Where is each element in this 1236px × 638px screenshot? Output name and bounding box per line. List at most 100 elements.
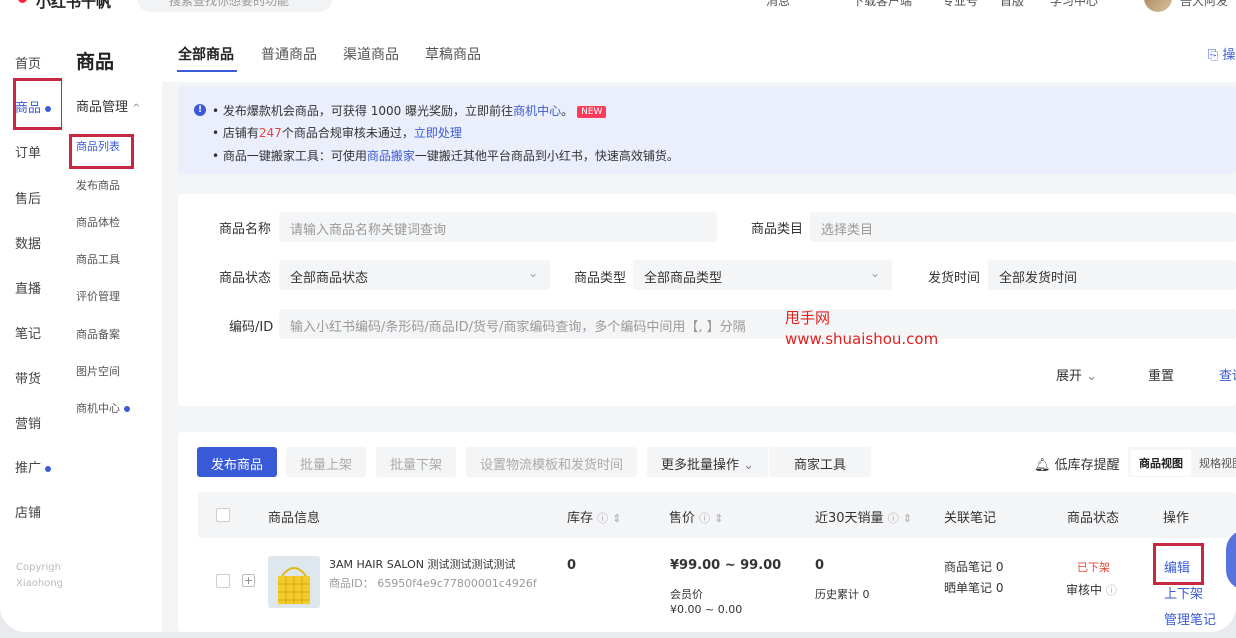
nav-group-label: 商品管理 <box>76 100 129 115</box>
manage-notes-link[interactable]: 管理笔记 <box>1164 609 1216 628</box>
version-link[interactable]: 首版 <box>1000 0 1024 9</box>
product-name-label: 商品名称 <box>219 222 272 237</box>
toggle-listing-link[interactable]: 上下架 <box>1164 583 1203 602</box>
member-price-label: 会员价 <box>670 588 703 601</box>
col-linked-notes: 关联笔记 <box>944 511 997 526</box>
code-input[interactable]: 输入小红书编码/条形码/商品ID/货号/商家编码查询，多个编码中间用【, 】分隔 <box>279 309 1236 339</box>
subnav-item-tools[interactable]: 商品工具 <box>76 251 120 267</box>
batch-list-button[interactable]: 批量上架 <box>286 447 367 477</box>
handle-now-link[interactable]: 立即处理 <box>414 126 462 140</box>
secondary-nav: 商品 商品管理 ^ 商品列表 发布商品 商品体检 商品工具 评价管理 商品备案 … <box>62 14 162 632</box>
nav-item-home[interactable]: 首页 <box>15 53 41 72</box>
col-sales-30d[interactable]: 近30天销量 ⓘ ⇕ <box>815 507 912 526</box>
active-tab-indicator <box>177 70 237 72</box>
nav-item-store[interactable]: 店铺 <box>15 502 41 521</box>
batch-delist-button[interactable]: 批量下架 <box>376 447 457 477</box>
query-button[interactable]: 查询 <box>1219 365 1236 384</box>
user-name[interactable]: 吾大阿发 <box>1180 0 1228 9</box>
chevron-down-icon: ⌄ <box>869 266 880 280</box>
user-avatar[interactable] <box>1144 0 1172 12</box>
product-title[interactable]: 3AM HAIR SALON 测试测试测试测试 <box>329 556 516 572</box>
nav-item-notes[interactable]: 笔记 <box>15 323 41 342</box>
review-notes-count[interactable]: 晒单笔记 0 <box>944 579 1003 596</box>
category-select[interactable]: 选择类目 <box>810 212 1236 242</box>
status-select[interactable]: 全部商品状态 ⌄ <box>279 260 550 290</box>
tab-all-products[interactable]: 全部商品 <box>178 44 234 64</box>
sort-icon: ⇕ <box>902 512 913 525</box>
merchant-tools-button[interactable]: 商家工具 <box>769 447 871 477</box>
tab-regular-products[interactable]: 普通商品 <box>261 44 317 64</box>
view-toggle: 商品视图规格视图 <box>1128 447 1236 477</box>
nav-group-product-management[interactable]: 商品管理 ^ <box>76 96 141 115</box>
col-product-info: 商品信息 <box>268 511 321 526</box>
learning-center-link[interactable]: 学习中心 <box>1050 0 1098 9</box>
nav-item-label: 售后 <box>15 192 42 207</box>
logistics-settings-button[interactable]: 设置物流模板和发货时间 <box>466 447 638 477</box>
subnav-item-image-space[interactable]: 图片空间 <box>76 363 120 379</box>
subnav-item-filing[interactable]: 商品备案 <box>76 326 120 342</box>
nav-item-marketing[interactable]: 营销 <box>15 413 41 432</box>
main-content: 全部商品 普通商品 渠道商品 草稿商品 ⎘ 操 ! • 发布爆款机会商品，可获得… <box>162 14 1236 632</box>
chevron-down-icon: ⌄ <box>527 266 538 280</box>
product-tabs: 全部商品 普通商品 渠道商品 草稿商品 ⎘ 操 <box>162 14 1236 82</box>
publish-product-button[interactable]: 发布商品 <box>197 447 278 477</box>
global-search-input[interactable]: 搜索查找你想要的功能 <box>137 0 333 12</box>
notice-text: 。 <box>561 104 574 118</box>
col-price[interactable]: 售价 ⓘ ⇕ <box>669 507 724 526</box>
reset-button[interactable]: 重置 <box>1148 365 1174 384</box>
product-name-input[interactable]: 请输入商品名称关键词查询 <box>279 212 717 242</box>
status-label: 商品状态 <box>219 271 272 286</box>
col-stock[interactable]: 库存 ⓘ ⇕ <box>567 507 622 526</box>
select-all-checkbox[interactable] <box>216 508 230 522</box>
pro-account-link[interactable]: 专业号 <box>942 0 978 9</box>
row-checkbox[interactable] <box>216 574 230 588</box>
app-brand: 小红书千帆 <box>36 0 112 11</box>
type-select[interactable]: 全部商品类型 ⌄ <box>633 260 892 290</box>
price-value: ¥99.00 ~ 99.00 <box>670 558 782 573</box>
nav-item-promotion[interactable]: 推广 <box>15 457 52 476</box>
subnav-item-reviews[interactable]: 评价管理 <box>76 288 120 304</box>
product-view-toggle[interactable]: 商品视图 <box>1131 450 1191 476</box>
messages-link[interactable]: 消息 <box>766 0 790 9</box>
code-label: 编码/ID <box>229 320 274 335</box>
tab-channel-products[interactable]: 渠道商品 <box>343 44 399 64</box>
section-title: 商品 <box>76 51 115 73</box>
info-icon: ! <box>194 104 206 116</box>
subnav-item-health-check[interactable]: 商品体检 <box>76 214 120 230</box>
sales-30d-value: 0 <box>815 558 825 573</box>
ship-time-select[interactable]: 全部发货时间 <box>988 260 1236 290</box>
tab-draft-products[interactable]: 草稿商品 <box>425 44 481 64</box>
notification-dot <box>124 406 130 412</box>
expand-row-icon[interactable]: + <box>242 574 255 587</box>
operation-guide-link[interactable]: ⎘ 操 <box>1208 44 1236 63</box>
col-label: 近30天销量 <box>815 511 884 526</box>
more-batch-actions-button[interactable]: 更多批量操作 ⌄ <box>647 447 769 477</box>
product-notes-count[interactable]: 商品笔记 0 <box>944 558 1003 575</box>
spec-view-toggle[interactable]: 规格视图 <box>1191 450 1236 476</box>
product-move-link[interactable]: 商品搬家 <box>367 149 415 163</box>
product-thumbnail[interactable] <box>268 556 320 608</box>
nav-item-data[interactable]: 数据 <box>15 233 41 252</box>
subnav-item-publish[interactable]: 发布商品 <box>76 177 120 193</box>
nav-item-affiliate[interactable]: 带货 <box>15 368 41 387</box>
nav-item-after-sales[interactable]: 售后 <box>15 188 41 207</box>
category-label: 商品类目 <box>751 222 804 237</box>
download-client-link[interactable]: 下载客户端 <box>852 0 912 9</box>
review-status: 审核中 ⓘ <box>1066 581 1117 598</box>
nav-item-label: 推广 <box>15 461 42 476</box>
subnav-item-opportunity[interactable]: 商机中心 <box>76 400 130 416</box>
nav-item-orders[interactable]: 订单 <box>15 142 41 161</box>
review-status-label: 审核中 <box>1066 583 1103 597</box>
more-label: 更多批量操作 <box>661 458 740 473</box>
product-id: 商品ID： 65950f4e9c77800001c4926f <box>329 575 537 591</box>
opportunity-center-link[interactable]: 商机中心 <box>513 104 561 118</box>
low-stock-alert-button[interactable]: 🔔︎ 低库存提醒 <box>1034 454 1120 473</box>
status-badge: 已下架 <box>1077 561 1110 574</box>
expand-filters-button[interactable]: 展开 ⌄ <box>1056 365 1097 384</box>
notice-line: • 商品一键搬家工具：可使用商品搬家一键搬迁其他平台商品到小红书，快速高效铺货。 <box>212 147 679 164</box>
nav-item-live[interactable]: 直播 <box>15 278 41 297</box>
type-select-value: 全部商品类型 <box>644 271 723 286</box>
notice-text: 一键搬迁其他平台商品到小红书，快速高效铺货。 <box>414 149 679 163</box>
notice-text: • 发布爆款机会商品，可获得 1000 曝光奖励，立即前往 <box>212 104 514 118</box>
watermark-line: 甩手网 <box>785 309 831 327</box>
